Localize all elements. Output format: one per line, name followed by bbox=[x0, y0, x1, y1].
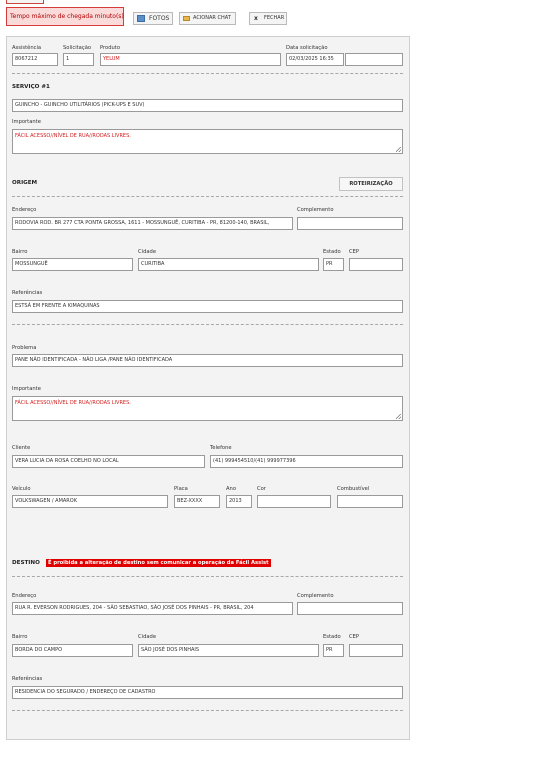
produto-field[interactable]: YELUM bbox=[100, 53, 281, 66]
data-solicitacao-extra-field[interactable] bbox=[345, 53, 403, 66]
servico-importante-label: Importante bbox=[12, 119, 41, 125]
chat-icon bbox=[183, 16, 190, 21]
cor-label: Cor bbox=[257, 486, 266, 492]
combustivel-label: Combustível bbox=[337, 486, 370, 492]
origem-referencias-label: Referências bbox=[12, 290, 43, 296]
cliente-field[interactable]: VERA LUCIA DA ROSA COELHO NO LOCAL bbox=[12, 455, 205, 468]
origem-title: ORIGEM bbox=[12, 180, 38, 186]
origem-complemento-label: Complemento bbox=[297, 207, 334, 213]
destino-complemento-label: Complemento bbox=[297, 593, 334, 599]
origem-cidade-field[interactable]: CURITIBA bbox=[138, 258, 319, 271]
servico-title: SERVIÇO #1 bbox=[12, 84, 50, 90]
destino-cep-field[interactable] bbox=[349, 644, 403, 657]
destino-cidade-field[interactable]: SÃO JOSÉ DOS PINHAIS bbox=[138, 644, 319, 657]
origem-endereco-field[interactable]: RODOVIA ROD. BR 277 CTA PONTA GROSSA, 16… bbox=[12, 217, 293, 230]
origem-estado-label: Estado bbox=[323, 249, 341, 255]
veiculo-label: Veículo bbox=[12, 486, 31, 492]
divider bbox=[12, 196, 403, 197]
origem-bairro-label: Bairro bbox=[12, 249, 28, 255]
placa-field[interactable]: BEZ-XXXX bbox=[174, 495, 220, 508]
divider bbox=[12, 73, 403, 74]
servico-importante-textarea[interactable]: FÁCIL ACESSO//NÍVEL DE RUA//RODAS LIVRES… bbox=[12, 129, 403, 154]
origem-referencias-field[interactable]: ESTSÁ EM FRENTE A KIMAQUINAS bbox=[12, 300, 403, 313]
divider bbox=[12, 710, 403, 711]
start-chat-button[interactable]: ACIONAR CHAT bbox=[179, 12, 236, 25]
cor-field[interactable] bbox=[257, 495, 331, 508]
destino-endereco-label: Endereço bbox=[12, 593, 37, 599]
photos-button[interactable]: FOTOS bbox=[133, 12, 173, 25]
ano-field[interactable]: 2013 bbox=[226, 495, 252, 508]
resize-grip-icon[interactable] bbox=[396, 147, 401, 152]
close-button[interactable]: x FECHAR bbox=[249, 12, 287, 25]
assistencia-label: Assistência bbox=[12, 45, 42, 51]
produto-label: Produto bbox=[100, 45, 121, 51]
destino-complemento-field[interactable] bbox=[297, 602, 403, 615]
destino-cep-label: CEP bbox=[349, 634, 360, 640]
chat-label: ACIONAR CHAT bbox=[193, 15, 231, 21]
service-type-field[interactable]: GUINCHO - GUINCHO UTILITÁRIOS (PICK-UPS … bbox=[12, 99, 403, 112]
combustivel-field[interactable] bbox=[337, 495, 403, 508]
placa-label: Placa bbox=[174, 486, 188, 492]
destino-bairro-field[interactable]: BORDA DO CAMPO bbox=[12, 644, 133, 657]
veiculo-field[interactable]: VOLKSWAGEN / AMAROK bbox=[12, 495, 168, 508]
problema-label: Problema bbox=[12, 345, 37, 351]
close-label: FECHAR bbox=[264, 15, 285, 21]
arrival-time-alert: Tempo máximo de chegada minuto(s) bbox=[6, 7, 124, 26]
destino-estado-label: Estado bbox=[323, 634, 341, 640]
origem-endereco-label: Endereço bbox=[12, 207, 37, 213]
problema-importante-textarea[interactable]: FÁCIL ACESSO//NÍVEL DE RUA//RODAS LIVRES… bbox=[12, 396, 403, 421]
photos-label: FOTOS bbox=[149, 15, 170, 22]
destino-endereco-field[interactable]: RUA R. EVERSON RODRIGUES, 204 - SÃO SEBA… bbox=[12, 602, 293, 615]
origem-estado-field[interactable]: PR bbox=[323, 258, 344, 271]
solicitacao-label: Solicitação bbox=[63, 45, 92, 51]
telefone-label: Telefone bbox=[210, 445, 232, 451]
problema-importante-text: FÁCIL ACESSO//NÍVEL DE RUA//RODAS LIVRES… bbox=[15, 400, 131, 406]
ano-label: Ano bbox=[226, 486, 237, 492]
origem-complemento-field[interactable] bbox=[297, 217, 403, 230]
destino-warning: É proibida a alteração de destino sem co… bbox=[46, 559, 271, 567]
cliente-label: Cliente bbox=[12, 445, 31, 451]
divider bbox=[12, 576, 403, 577]
origem-cep-label: CEP bbox=[349, 249, 360, 255]
photo-icon bbox=[137, 15, 145, 22]
resize-grip-icon[interactable] bbox=[396, 414, 401, 419]
solicitacao-field[interactable]: 1 bbox=[63, 53, 94, 66]
destino-estado-field[interactable]: PR bbox=[323, 644, 344, 657]
top-cropped-button[interactable] bbox=[6, 0, 44, 4]
assistencia-field[interactable]: 8067212 bbox=[12, 53, 58, 66]
destino-title: DESTINO bbox=[12, 560, 40, 566]
servico-importante-text: FÁCIL ACESSO//NÍVEL DE RUA//RODAS LIVRES… bbox=[15, 133, 131, 139]
destino-bairro-label: Bairro bbox=[12, 634, 28, 640]
origem-cep-field[interactable] bbox=[349, 258, 403, 271]
roteirizacao-button[interactable]: ROTEIRIZAÇÃO bbox=[339, 177, 403, 191]
close-icon: x bbox=[254, 15, 258, 22]
divider bbox=[12, 324, 403, 325]
destino-cidade-label: Cidade bbox=[138, 634, 157, 640]
telefone-field[interactable]: (41) 999454510/(41) 999977396 bbox=[210, 455, 403, 468]
origem-bairro-field[interactable]: MOSSUNGUÊ bbox=[12, 258, 133, 271]
origem-cidade-label: Cidade bbox=[138, 249, 157, 255]
data-solicitacao-field[interactable]: 02/03/2025 16:35 bbox=[286, 53, 344, 66]
destino-referencias-field[interactable]: RESIDENCIA DO SEGURADO / ENDEREÇO DE CAD… bbox=[12, 686, 403, 699]
data-solicitacao-label: Data solicitação bbox=[286, 45, 328, 51]
problema-importante-label: Importante bbox=[12, 386, 41, 392]
destino-referencias-label: Referências bbox=[12, 676, 43, 682]
problema-field[interactable]: PANE NÃO IDENTIFICADA - NÃO LIGA /PANE N… bbox=[12, 354, 403, 367]
